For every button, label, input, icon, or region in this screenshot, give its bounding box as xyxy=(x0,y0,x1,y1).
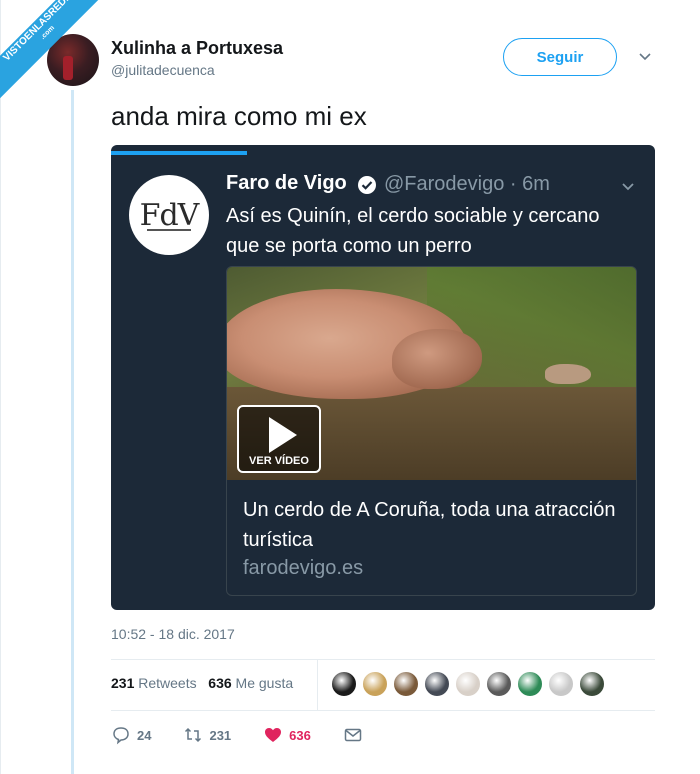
verified-badge-icon xyxy=(358,176,376,194)
stats-vertical-divider xyxy=(317,660,318,710)
liker-avatar[interactable] xyxy=(331,671,357,697)
quoted-handle-time[interactable]: @Farodevigo · 6m xyxy=(384,173,550,196)
likes-label[interactable]: Me gusta xyxy=(236,675,294,691)
video-progress-bar xyxy=(111,151,247,155)
liker-avatar[interactable] xyxy=(579,671,605,697)
thumbnail-pig-head xyxy=(392,329,482,389)
like-action[interactable]: 636 xyxy=(263,725,311,745)
liker-avatar[interactable] xyxy=(362,671,388,697)
thumbnail-rock xyxy=(545,364,591,384)
retweet-count: 231 xyxy=(209,727,232,743)
card-domain: farodevigo.es xyxy=(243,557,364,579)
liker-avatar[interactable] xyxy=(548,671,574,697)
quoted-avatar-logo[interactable]: FdV xyxy=(129,175,209,255)
author-handle[interactable]: @julitadecuenca xyxy=(111,62,215,78)
heart-icon xyxy=(265,728,282,742)
quoted-tweet[interactable]: FdV Faro de Vigo @Farodevigo · 6m Así es… xyxy=(111,145,655,610)
link-card[interactable]: VER VÍDEO Un cerdo de A Coruña, toda una… xyxy=(226,266,637,596)
thread-line xyxy=(71,90,74,774)
tweet-timestamp[interactable]: 10:52 - 18 dic. 2017 xyxy=(111,626,235,642)
reply-action[interactable]: 24 xyxy=(111,725,151,745)
tweet-text: anda mira como mi ex xyxy=(111,101,367,131)
card-title[interactable]: Un cerdo de A Coruña, toda una atracción… xyxy=(243,495,623,555)
play-video-label: VER VÍDEO xyxy=(249,455,309,467)
reply-icon xyxy=(113,727,129,745)
liker-avatar[interactable] xyxy=(517,671,543,697)
likes-count[interactable]: 636 xyxy=(208,675,231,691)
stats-divider-bottom xyxy=(111,710,655,711)
like-count: 636 xyxy=(289,727,311,743)
quoted-author-name[interactable]: Faro de Vigo xyxy=(226,172,347,195)
retweet-icon xyxy=(185,727,202,743)
follow-button[interactable]: Seguir xyxy=(503,38,617,76)
tweet-actions: 24 231 636 xyxy=(111,725,395,745)
retweets-count[interactable]: 231 xyxy=(111,675,134,691)
reply-count: 24 xyxy=(137,727,152,743)
chevron-down-icon[interactable] xyxy=(637,48,653,64)
direct-message-action[interactable] xyxy=(343,725,363,745)
tweet-stats: 231 Retweets 636 Me gusta xyxy=(111,675,293,691)
liker-avatar[interactable] xyxy=(455,671,481,697)
retweet-action[interactable]: 231 xyxy=(183,725,231,745)
stats-divider-top xyxy=(111,659,655,660)
quoted-chevron-down-icon[interactable] xyxy=(619,177,637,195)
liker-avatar[interactable] xyxy=(424,671,450,697)
tweet-page: VISTOENLASREDES .com Xulinha a Portuxesa… xyxy=(0,0,700,774)
liker-avatar[interactable] xyxy=(486,671,512,697)
quoted-tweet-text: Así es Quinín, el cerdo sociable y cerca… xyxy=(226,205,600,257)
mail-icon xyxy=(344,728,362,742)
retweets-label[interactable]: Retweets xyxy=(138,675,196,691)
liker-avatars xyxy=(331,671,605,697)
video-thumbnail[interactable]: VER VÍDEO xyxy=(227,267,636,480)
play-icon xyxy=(269,417,297,453)
author-name[interactable]: Xulinha a Portuxesa xyxy=(111,38,283,59)
liker-avatar[interactable] xyxy=(393,671,419,697)
play-video-button[interactable]: VER VÍDEO xyxy=(237,405,321,473)
